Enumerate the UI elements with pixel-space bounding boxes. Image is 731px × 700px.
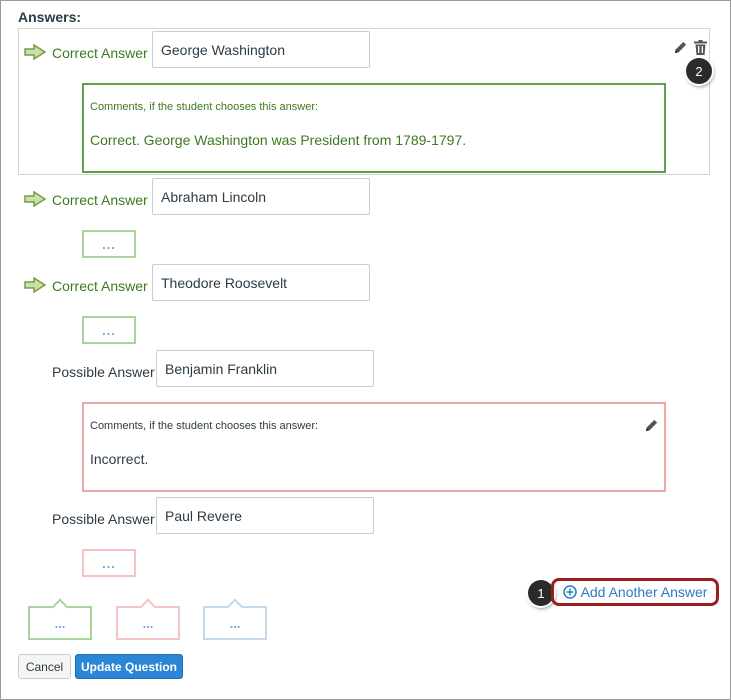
correct-arrow-icon[interactable] [24, 277, 46, 293]
correct-comment-tab[interactable]: ... [28, 606, 92, 640]
plus-circle-icon [562, 585, 577, 599]
answer-type-label: Possible Answer [52, 511, 155, 527]
edit-pencil-icon[interactable] [644, 418, 659, 433]
answer-type-label: Correct Answer [52, 278, 148, 294]
answer-input[interactable]: Theodore Roosevelt [152, 264, 370, 301]
callout-badge-2: 2 [686, 58, 712, 84]
comment-box-incorrect[interactable]: Comments, if the student chooses this an… [82, 402, 666, 492]
answer-input[interactable]: George Washington [152, 31, 370, 68]
add-another-answer-link[interactable]: Add Another Answer [551, 578, 719, 606]
comment-toggle-button[interactable]: ... [82, 230, 136, 258]
add-answer-label: Add Another Answer [580, 584, 708, 600]
correct-arrow-icon[interactable] [24, 191, 46, 207]
comment-toggle-button[interactable]: ... [82, 549, 136, 577]
comment-label: Comments, if the student chooses this an… [90, 420, 319, 432]
update-question-button[interactable]: Update Question [75, 654, 183, 679]
answer-input[interactable]: Benjamin Franklin [156, 350, 374, 387]
comment-text: Correct. George Washington was President… [90, 132, 467, 148]
incorrect-comment-tab[interactable]: ... [116, 606, 180, 640]
comment-label: Comments, if the student chooses this an… [90, 101, 319, 113]
edit-pencil-icon[interactable] [673, 40, 688, 55]
answer-type-label: Correct Answer [52, 192, 148, 208]
cancel-button[interactable]: Cancel [18, 654, 71, 679]
comment-text: Incorrect. [90, 451, 149, 467]
answer-input[interactable]: Paul Revere [156, 497, 374, 534]
answers-heading: Answers: [18, 9, 82, 25]
correct-arrow-icon[interactable] [24, 44, 46, 60]
answer-input[interactable]: Abraham Lincoln [152, 178, 370, 215]
answer-type-label: Possible Answer [52, 364, 155, 380]
neutral-comment-tab[interactable]: ... [203, 606, 267, 640]
comment-box-correct[interactable]: Comments, if the student chooses this an… [82, 83, 666, 173]
trash-icon[interactable] [694, 40, 707, 55]
answer-type-label: Correct Answer [52, 45, 148, 61]
comment-toggle-button[interactable]: ... [82, 316, 136, 344]
